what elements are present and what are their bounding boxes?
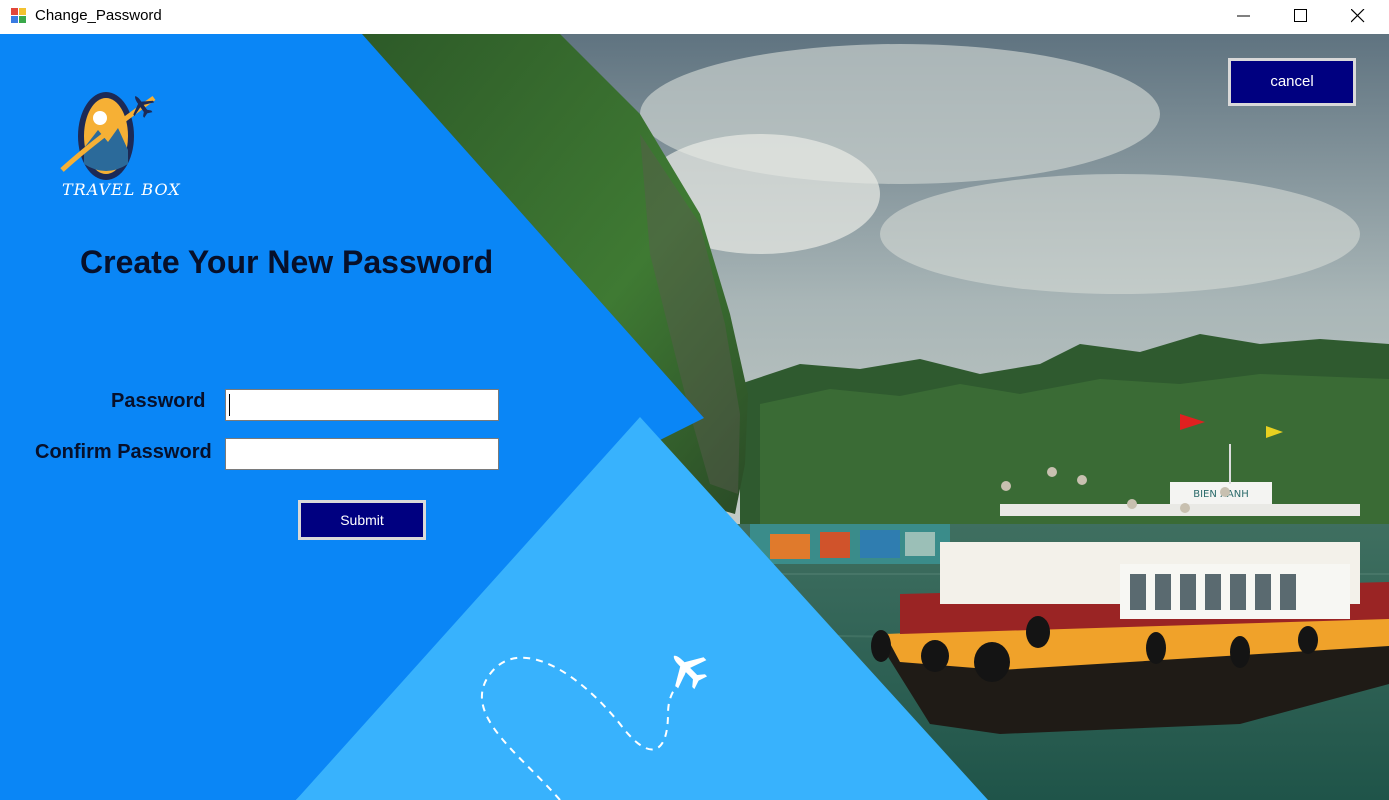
window-titlebar: Change_Password xyxy=(0,0,1389,34)
minimize-button[interactable] xyxy=(1216,0,1273,32)
confirm-password-input[interactable] xyxy=(225,438,499,470)
password-label: Password xyxy=(111,390,206,412)
maximize-icon xyxy=(1294,9,1307,22)
password-input[interactable] xyxy=(225,389,499,421)
maximize-button[interactable] xyxy=(1273,0,1330,32)
text-caret xyxy=(229,394,230,416)
cancel-button[interactable]: cancel xyxy=(1228,58,1356,106)
close-button[interactable] xyxy=(1330,0,1387,32)
confirm-password-label: Confirm Password xyxy=(35,441,212,463)
app-icon xyxy=(11,8,26,23)
window-title: Change_Password xyxy=(35,7,162,24)
submit-button[interactable]: Submit xyxy=(298,500,426,540)
page-heading: Create Your New Password xyxy=(80,244,494,280)
minimize-icon xyxy=(1237,15,1250,17)
logo-text: TRAVEL BOX xyxy=(62,180,181,199)
main-content: BIEN XANH TRAVEL BOX cancel Create Your … xyxy=(0,34,1389,800)
background-scene: BIEN XANH xyxy=(0,34,1389,800)
close-icon xyxy=(1351,9,1365,23)
